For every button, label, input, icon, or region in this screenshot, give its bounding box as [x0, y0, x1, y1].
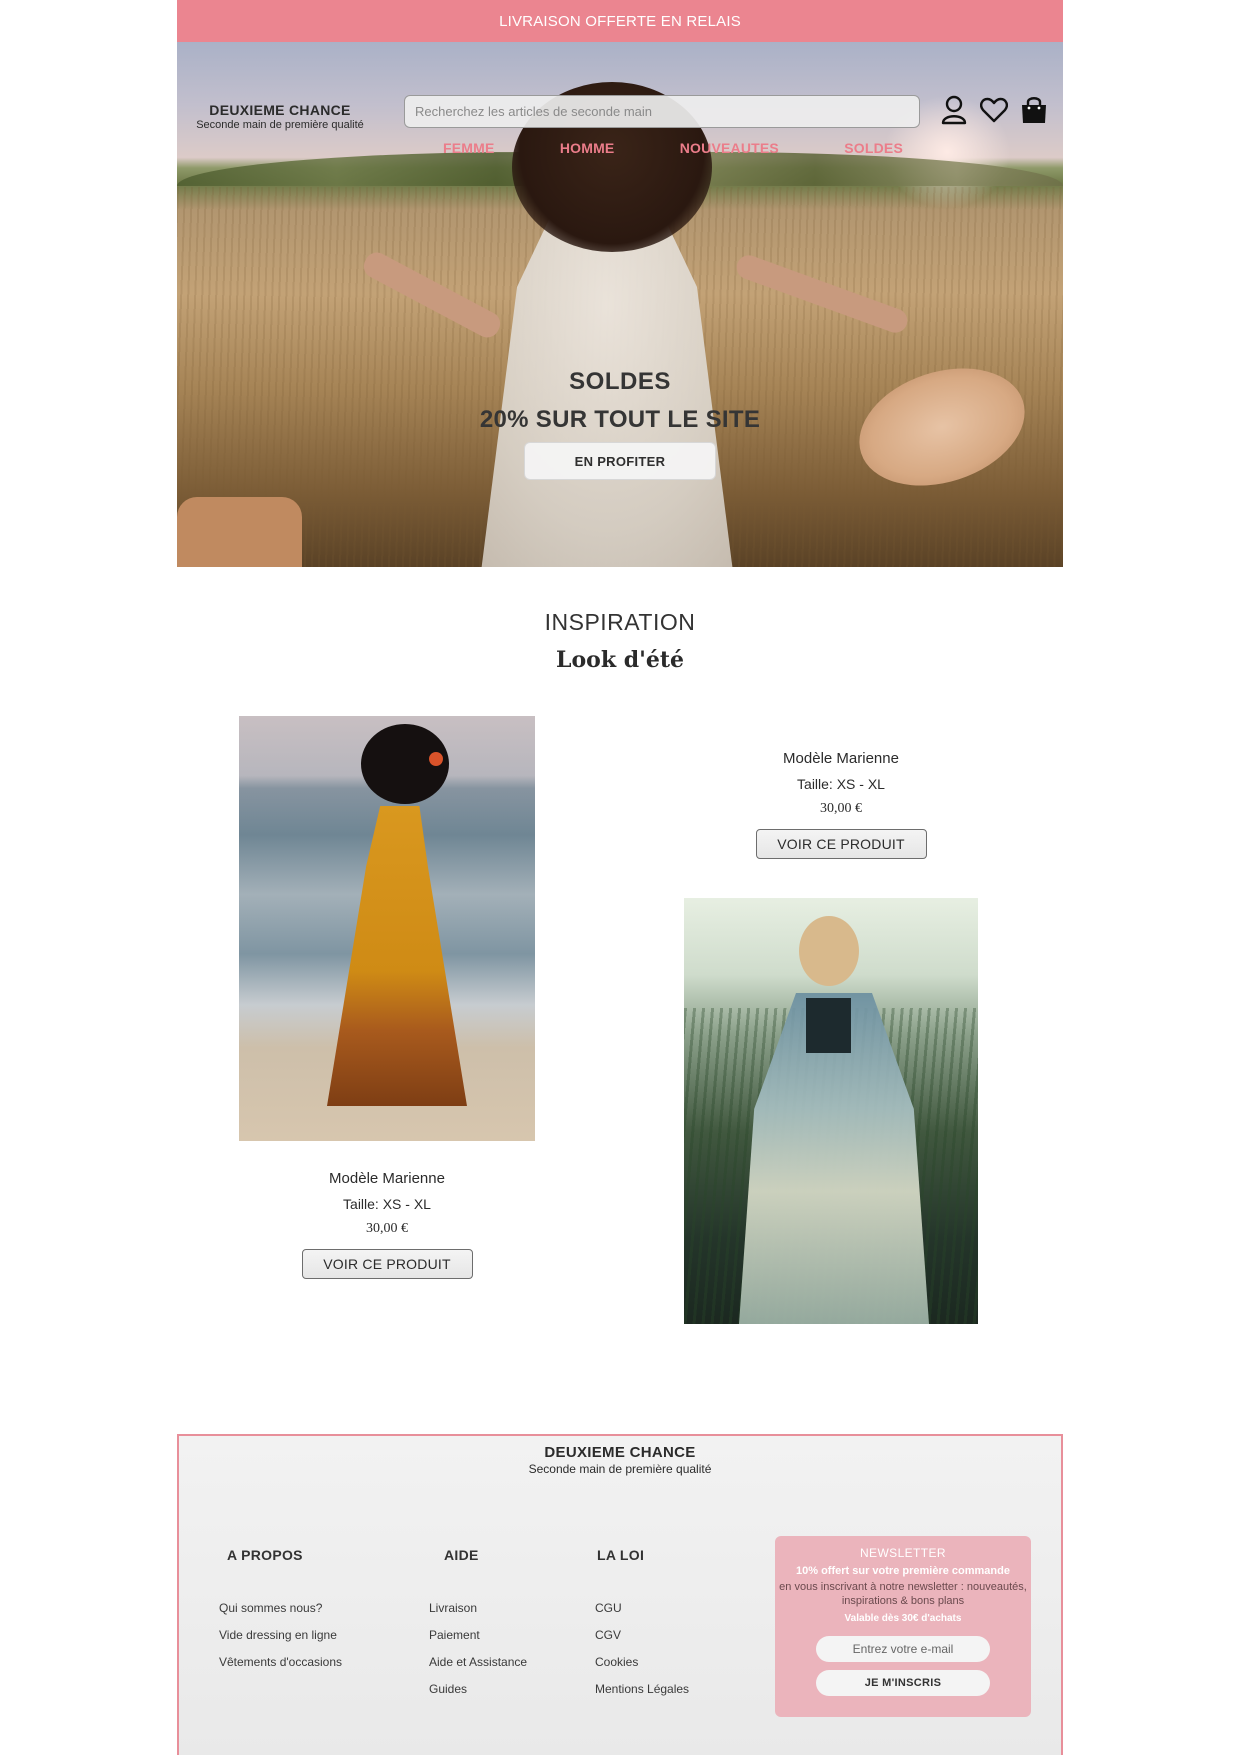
- product-price: 30,00 €: [366, 1221, 408, 1236]
- newsletter-validity: Valable dès 30€ d'achats: [844, 1613, 962, 1624]
- view-product-button[interactable]: VOIR CE PRODUIT: [755, 829, 927, 859]
- footer-column-title: AIDE: [444, 1547, 479, 1563]
- footer-brand-tagline: Seconde main de première qualité: [528, 1462, 712, 1476]
- product-price: 30,00 €: [820, 801, 862, 816]
- newsletter-email-input[interactable]: [816, 1636, 990, 1662]
- main-nav: FEMME HOMME NOUVEAUTES SOLDES: [443, 140, 903, 156]
- product-name: Modèle Marienne: [783, 750, 899, 767]
- newsletter-box: NEWSLETTER 10% offert sur votre première…: [775, 1536, 1031, 1717]
- footer-link[interactable]: Vide dressing en ligne: [219, 1628, 342, 1642]
- newsletter-description: en vous inscrivant à notre newsletter : …: [779, 1581, 1027, 1607]
- view-product-button[interactable]: VOIR CE PRODUIT: [301, 1249, 473, 1279]
- header-logo[interactable]: DEUXIEME CHANCE Seconde main de première…: [195, 102, 365, 131]
- footer-link[interactable]: Aide et Assistance: [429, 1655, 527, 1669]
- newsletter-title: NEWSLETTER: [859, 1546, 946, 1560]
- footer-link[interactable]: Mentions Légales: [595, 1682, 689, 1696]
- hero-bag: [177, 497, 302, 567]
- footer-brand-name: DEUXIEME CHANCE: [544, 1444, 696, 1461]
- product-size: Taille: XS - XL: [343, 1196, 431, 1212]
- footer-logo[interactable]: DEUXIEME CHANCE Seconde main de première…: [179, 1444, 1061, 1476]
- footer-column-title: LA LOI: [597, 1547, 645, 1563]
- footer-link[interactable]: Vêtements d'occasions: [219, 1655, 342, 1669]
- product-size: Taille: XS - XL: [797, 776, 885, 792]
- header-brand-name: DEUXIEME CHANCE: [209, 102, 351, 118]
- newsletter-offer: 10% offert sur votre première commande: [796, 1565, 1010, 1577]
- photo-dress-shape: [327, 806, 467, 1106]
- user-icon[interactable]: [939, 94, 969, 126]
- inspiration-title: INSPIRATION: [544, 609, 696, 635]
- product-photo-kimono[interactable]: [684, 898, 978, 1324]
- product-name: Modèle Marienne: [329, 1170, 445, 1187]
- newsletter-subscribe-button[interactable]: JE M'INSCRIS: [816, 1670, 990, 1696]
- footer-link[interactable]: CGU: [595, 1601, 689, 1615]
- search-input[interactable]: [404, 95, 920, 128]
- footer-column-title: A PROPOS: [227, 1547, 303, 1563]
- footer: DEUXIEME CHANCE Seconde main de première…: [177, 1434, 1063, 1755]
- hero-banner: DEUXIEME CHANCE Seconde main de première…: [177, 42, 1063, 567]
- footer-link[interactable]: Guides: [429, 1682, 527, 1696]
- footer-link[interactable]: Paiement: [429, 1628, 527, 1642]
- hero-subtitle: 20% SUR TOUT LE SITE: [479, 406, 761, 433]
- footer-link[interactable]: Cookies: [595, 1655, 689, 1669]
- footer-column-aide: AIDE Livraison Paiement Aide et Assistan…: [429, 1547, 527, 1709]
- product-photo-beach-dress[interactable]: [239, 716, 535, 1141]
- nav-item-soldes[interactable]: SOLDES: [844, 140, 903, 156]
- footer-column-la-loi: LA LOI CGU CGV Cookies Mentions Légales: [595, 1547, 689, 1709]
- promo-banner: LIVRAISON OFFERTE EN RELAIS: [177, 0, 1063, 42]
- shopping-bag-icon[interactable]: [1019, 94, 1049, 126]
- photo-top-shape: [806, 998, 851, 1053]
- photo-head-shape: [799, 916, 859, 986]
- footer-link[interactable]: CGV: [595, 1628, 689, 1642]
- hero-headline: SOLDES 20% SUR TOUT LE SITE: [177, 368, 1063, 434]
- header-brand-tagline: Seconde main de première qualité: [196, 119, 364, 131]
- header-icons: [939, 94, 1049, 126]
- footer-link[interactable]: Qui sommes nous?: [219, 1601, 342, 1615]
- product-card: Modèle Marienne Taille: XS - XL 30,00 € …: [257, 1170, 517, 1279]
- hero-cta-button[interactable]: EN PROFITER: [524, 442, 716, 480]
- product-card: Modèle Marienne Taille: XS - XL 30,00 € …: [711, 750, 971, 859]
- nav-item-homme[interactable]: HOMME: [560, 140, 615, 156]
- promo-text: LIVRAISON OFFERTE EN RELAIS: [499, 12, 741, 30]
- footer-column-a-propos: A PROPOS Qui sommes nous? Vide dressing …: [219, 1547, 342, 1682]
- footer-link[interactable]: Livraison: [429, 1601, 527, 1615]
- nav-item-femme[interactable]: FEMME: [443, 140, 495, 156]
- hero-title: SOLDES: [569, 368, 671, 395]
- inspiration-subtitle: Look d'été: [556, 647, 684, 673]
- page: LIVRAISON OFFERTE EN RELAIS DEUXIEME CHA…: [177, 0, 1063, 1755]
- nav-item-nouveautes[interactable]: NOUVEAUTES: [680, 140, 779, 156]
- photo-flower-shape: [429, 752, 443, 766]
- heart-icon[interactable]: [979, 94, 1009, 126]
